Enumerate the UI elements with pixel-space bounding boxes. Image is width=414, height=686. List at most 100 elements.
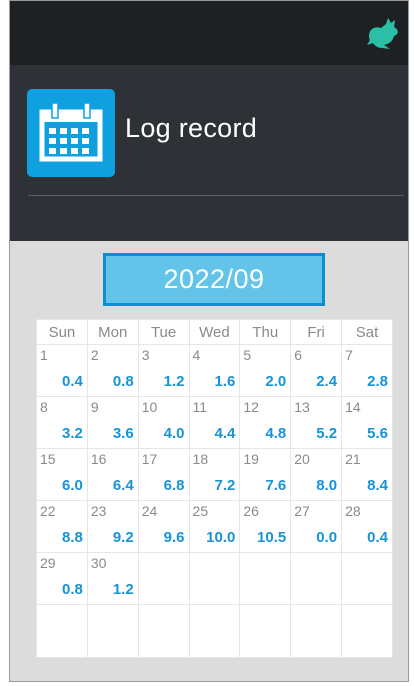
- day-number: 8: [40, 399, 48, 415]
- calendar-icon: [27, 89, 115, 177]
- day-number: 22: [40, 503, 56, 519]
- day-number: 14: [345, 399, 361, 415]
- day-number: 2: [90, 347, 99, 363]
- day-number: 27: [294, 503, 310, 519]
- day-value: 1.2: [112, 581, 134, 598]
- day-number: 24: [141, 503, 158, 519]
- calendar-day-cell[interactable]: 24 9.6: [137, 500, 190, 553]
- day-value: 0.8: [112, 373, 134, 390]
- calendar-day-cell[interactable]: 23 9.2: [86, 500, 139, 553]
- calendar-glyph: [39, 102, 103, 162]
- day-value: 2.4: [316, 373, 338, 390]
- calendar-day-cell: [188, 604, 241, 658]
- day-number: 3: [141, 347, 150, 363]
- day-value: 9.2: [112, 529, 134, 546]
- calendar-day-cell[interactable]: 12 4.8: [239, 396, 292, 449]
- day-number: 5: [243, 347, 252, 363]
- calendar-grid: Sun Mon Tue Wed Thu Fri Sat 1 0.4 2 0.8 3 1.2…: [36, 319, 393, 658]
- day-number: 26: [243, 503, 259, 519]
- calendar-day-cell[interactable]: 25 10.0: [188, 500, 241, 553]
- calendar-week-row: 29 0.8 30 1.2: [36, 552, 393, 605]
- day-value: 0.4: [61, 373, 83, 390]
- calendar-day-cell[interactable]: 7 2.8: [341, 344, 393, 397]
- day-value: 9.6: [163, 529, 185, 546]
- day-number: 4: [192, 347, 201, 363]
- weekday-header-row: Sun Mon Tue Wed Thu Fri Sat: [36, 319, 393, 345]
- calendar-day-cell: [137, 604, 190, 658]
- calendar-panel: 2022/09 Sun Mon Tue Wed Thu Fri Sat 1 0.4…: [10, 241, 408, 681]
- calendar-day-cell[interactable]: 4 1.6: [188, 344, 241, 397]
- calendar-week-row: [36, 604, 393, 658]
- calendar-day-cell[interactable]: 5 2.0: [239, 344, 292, 397]
- calendar-day-cell: [36, 604, 88, 658]
- day-value: 1.6: [214, 373, 236, 390]
- header-divider: [28, 195, 404, 196]
- day-number: 25: [192, 503, 209, 519]
- calendar-day-cell: [137, 552, 190, 605]
- day-number: 7: [345, 347, 353, 363]
- day-value: 10.5: [257, 529, 287, 546]
- calendar-day-cell[interactable]: 3 1.2: [137, 344, 190, 397]
- calendar-week-row: 1 0.4 2 0.8 3 1.2 4 1.6 5 2.0 6 2.4 7 2.8: [36, 344, 393, 397]
- calendar-day-cell[interactable]: 26 10.5: [239, 500, 292, 553]
- calendar-week-row: 15 6.0 16 6.4 17 6.8 18 7.2 19 7.6 20 8.0 21 8.4: [36, 448, 393, 501]
- calendar-day-cell[interactable]: 13 5.2: [290, 396, 343, 449]
- day-number: 28: [345, 503, 361, 519]
- day-value: 0.0: [316, 529, 338, 546]
- day-value: 6.8: [163, 477, 185, 494]
- day-value: 5.6: [367, 425, 388, 442]
- calendar-body: 1 0.4 2 0.8 3 1.2 4 1.6 5 2.0 6 2.4 7 2.8 8 3.2 9 3.6 10 4.…: [36, 344, 393, 658]
- weekday-fri: Fri: [290, 319, 343, 345]
- calendar-day-cell[interactable]: 1 0.4: [36, 344, 88, 397]
- calendar-day-cell: [239, 604, 292, 658]
- calendar-day-cell: [290, 552, 343, 605]
- day-value: 0.4: [367, 529, 388, 546]
- calendar-day-cell[interactable]: 14 5.6: [341, 396, 393, 449]
- calendar-day-cell: [86, 604, 139, 658]
- calendar-day-cell[interactable]: 2 0.8: [86, 344, 139, 397]
- day-number: 13: [294, 399, 310, 415]
- page-title: Log record: [125, 113, 258, 143]
- calendar-day-cell[interactable]: 18 7.2: [188, 448, 241, 501]
- day-value: 3.6: [112, 425, 134, 442]
- day-value: 5.2: [316, 425, 338, 442]
- day-value: 2.8: [367, 373, 388, 390]
- calendar-day-cell[interactable]: 22 8.8: [36, 500, 88, 553]
- day-number: 18: [192, 451, 209, 467]
- day-value: 0.8: [61, 581, 83, 598]
- day-number: 17: [141, 451, 158, 467]
- day-value: 4.8: [265, 425, 287, 442]
- calendar-day-cell: [188, 552, 241, 605]
- calendar-day-cell[interactable]: 17 6.8: [137, 448, 190, 501]
- calendar-day-cell[interactable]: 11 4.4: [188, 396, 241, 449]
- calendar-day-cell[interactable]: 21 8.4: [341, 448, 393, 501]
- day-value: 8.4: [367, 477, 388, 494]
- day-number: 19: [243, 451, 259, 467]
- calendar-day-cell[interactable]: 15 6.0: [36, 448, 88, 501]
- calendar-day-cell[interactable]: 28 0.4: [341, 500, 393, 553]
- month-selector-button[interactable]: 2022/09: [103, 253, 325, 306]
- day-number: 30: [90, 555, 107, 571]
- calendar-day-cell: [341, 552, 393, 605]
- calendar-day-cell: [290, 604, 343, 658]
- calendar-day-cell[interactable]: 8 3.2: [36, 396, 88, 449]
- calendar-day-cell[interactable]: 20 8.0: [290, 448, 343, 501]
- calendar-day-cell[interactable]: 19 7.6: [239, 448, 292, 501]
- calendar-day-cell[interactable]: 16 6.4: [86, 448, 139, 501]
- day-number: 1: [40, 347, 48, 363]
- day-value: 2.0: [265, 373, 287, 390]
- calendar-day-cell[interactable]: 6 2.4: [290, 344, 343, 397]
- day-value: 4.0: [163, 425, 185, 442]
- weekday-sun: Sun: [36, 319, 88, 345]
- calendar-day-cell[interactable]: 9 3.6: [86, 396, 139, 449]
- calendar-day-cell[interactable]: 27 0.0: [290, 500, 343, 553]
- day-number: 29: [40, 555, 56, 571]
- calendar-week-row: 8 3.2 9 3.6 10 4.0 11 4.4 12 4.8 13 5.2 14 5.6: [36, 396, 393, 449]
- day-number: 12: [243, 399, 259, 415]
- rabbit-icon[interactable]: [364, 16, 400, 52]
- calendar-day-cell[interactable]: 29 0.8: [36, 552, 88, 605]
- day-number: 6: [294, 347, 303, 363]
- calendar-day-cell[interactable]: 30 1.2: [86, 552, 139, 605]
- calendar-day-cell[interactable]: 10 4.0: [137, 396, 190, 449]
- day-number: 15: [40, 451, 56, 467]
